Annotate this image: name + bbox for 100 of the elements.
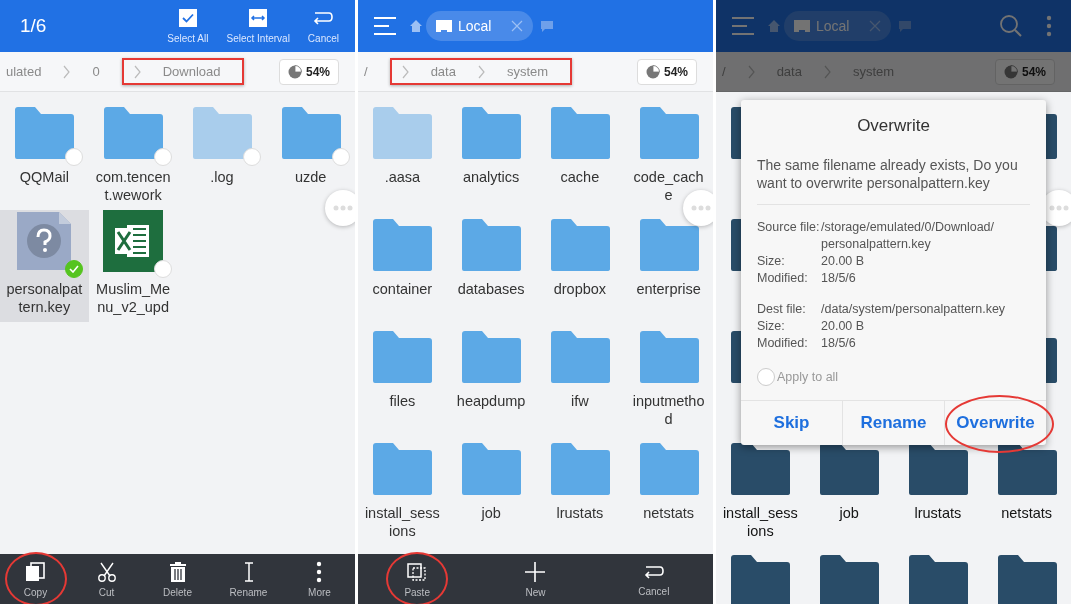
- storage-percent: 54%: [1021, 64, 1046, 79]
- folder-icon: [906, 442, 969, 496]
- detail-label: Source file:: [757, 219, 821, 236]
- file-tile[interactable]: job: [446, 434, 536, 546]
- file-tile[interactable]: dropbox: [535, 210, 625, 322]
- storage-indicator[interactable]: 54%: [994, 58, 1055, 85]
- file-name: job: [480, 504, 502, 522]
- toolbar-button[interactable]: Delete: [159, 558, 196, 600]
- detail-value: 20.00 B: [821, 253, 866, 270]
- file-name: uzde: [293, 168, 328, 186]
- chevron-icon: [823, 64, 831, 79]
- toolbar-button[interactable]: Copy: [19, 558, 52, 600]
- search-icon[interactable]: [999, 14, 1023, 38]
- file-tile[interactable]: code_cache: [624, 98, 713, 210]
- window-icon[interactable]: [899, 20, 912, 32]
- folder-icon: [460, 106, 523, 160]
- file-tile[interactable]: container: [358, 210, 447, 322]
- more-options-button[interactable]: [325, 190, 355, 226]
- folder-icon: [818, 554, 881, 604]
- close-icon[interactable]: [869, 20, 882, 32]
- toolbar-button[interactable]: More: [304, 558, 335, 600]
- file-tile[interactable]: lrustats: [535, 434, 625, 546]
- folder-icon: [460, 218, 523, 272]
- chevron-icon: [401, 64, 409, 79]
- storage-indicator[interactable]: 54%: [636, 58, 697, 85]
- file-name: install_sessions: [721, 504, 799, 540]
- chevron-icon: [477, 64, 485, 79]
- menu-icon[interactable]: [374, 17, 396, 35]
- folder-icon: [460, 330, 523, 384]
- file-name: container: [371, 280, 434, 298]
- menu-icon[interactable]: [732, 17, 754, 35]
- selection-circle[interactable]: [154, 260, 173, 278]
- file-tile[interactable]: heapdump: [446, 322, 536, 434]
- file-tile[interactable]: uzde: [266, 98, 355, 210]
- folder-icon: [548, 330, 611, 384]
- copy-icon: [24, 560, 47, 583]
- header-action[interactable]: Select All: [161, 4, 215, 48]
- file-tile[interactable]: install_sessions: [358, 434, 447, 546]
- file-tile[interactable]: analytics: [446, 98, 536, 210]
- file-name: inputmethod: [631, 392, 706, 428]
- window-icon[interactable]: [541, 20, 554, 32]
- folder-icon: [371, 218, 434, 272]
- file-name: cache: [559, 168, 601, 186]
- file-tile[interactable]: netstats: [624, 434, 713, 546]
- home-icon[interactable]: [410, 20, 422, 32]
- file-tile[interactable]: .aasa: [358, 98, 447, 210]
- paste-icon: [406, 560, 429, 583]
- file-tile[interactable]: ifw: [535, 322, 625, 434]
- storage-indicator[interactable]: 54%: [278, 58, 339, 85]
- detail-value: /data/system/personalpattern.key: [821, 301, 1007, 318]
- storage-percent: 54%: [305, 64, 330, 79]
- more-icon: [1045, 15, 1053, 37]
- folder-icon: [460, 442, 523, 496]
- toolbar-button[interactable]: Cancel: [634, 559, 674, 599]
- folder-icon: [818, 442, 881, 496]
- file-name: .log: [209, 168, 235, 186]
- file-tile[interactable]: Muslim_Menu_v2_upd: [88, 210, 178, 322]
- toolbar-button[interactable]: Rename: [225, 558, 272, 600]
- toolbar-button[interactable]: Paste: [400, 558, 434, 600]
- chevron-icon: [133, 64, 141, 79]
- file-tile[interactable]: cache: [535, 98, 625, 210]
- header-action[interactable]: Select Interval: [220, 4, 296, 48]
- folder-icon: [637, 442, 700, 496]
- file-name: personalpattern.key: [5, 280, 84, 316]
- file-name: netstats: [642, 504, 695, 522]
- apply-all-checkbox[interactable]: [757, 368, 775, 386]
- dialog-button[interactable]: Rename: [843, 401, 944, 445]
- sd-card-icon: [436, 19, 452, 33]
- folder-icon: [371, 330, 434, 384]
- toolbar-button[interactable]: Cut: [91, 558, 122, 600]
- detail-value: 20.00 B: [821, 318, 866, 335]
- file-tile[interactable]: QQMail: [0, 98, 89, 210]
- file-name: install_sessions: [363, 504, 441, 540]
- unknown-file-icon: [15, 210, 74, 272]
- file-name: code_cache: [632, 168, 705, 204]
- dialog-button[interactable]: Overwrite: [945, 401, 1046, 445]
- file-name: Muslim_Menu_v2_upd: [95, 280, 172, 316]
- home-icon[interactable]: [768, 20, 780, 32]
- detail-label: Modified:: [757, 270, 809, 287]
- file-tile[interactable]: .log: [177, 98, 267, 210]
- dots-icon: [691, 205, 711, 211]
- folder-icon: [548, 218, 611, 272]
- detail-label: Modified:: [757, 335, 809, 352]
- file-tile[interactable]: databases: [446, 210, 536, 322]
- close-icon[interactable]: [511, 20, 524, 32]
- interval-icon: [248, 8, 269, 28]
- file-tile[interactable]: inputmethod: [624, 322, 713, 434]
- file-tile[interactable]: com.tencent.wework: [88, 98, 178, 210]
- file-name: dropbox: [552, 280, 608, 298]
- file-tile[interactable]: enterprise: [624, 210, 713, 322]
- selection-count: 1/6: [20, 15, 47, 37]
- file-name: lrustats: [555, 504, 605, 522]
- folder-icon: [548, 106, 611, 160]
- more-options-button[interactable]: [683, 190, 713, 226]
- header-action[interactable]: Cancel: [301, 4, 345, 48]
- file-tile[interactable]: personalpattern.key: [0, 210, 89, 322]
- file-name: job: [838, 504, 860, 522]
- file-tile[interactable]: files: [358, 322, 447, 434]
- dots-icon: [1049, 205, 1069, 211]
- toolbar-button[interactable]: New: [520, 558, 551, 600]
